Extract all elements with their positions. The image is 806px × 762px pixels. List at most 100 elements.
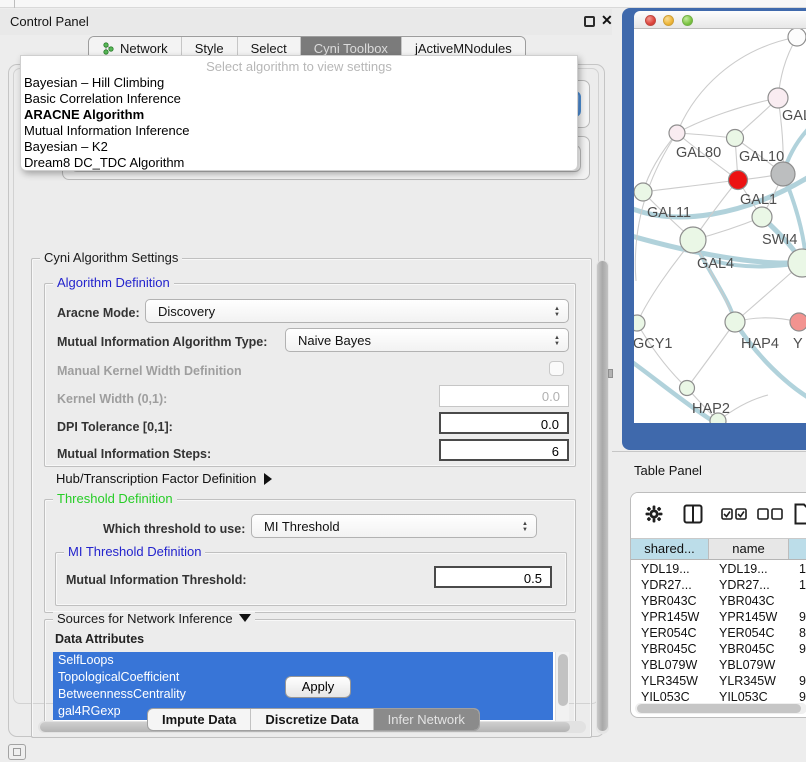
- scrollbar-thumb[interactable]: [597, 261, 608, 731]
- panel-splitter-handle[interactable]: [608, 369, 613, 378]
- column-header-shared-name[interactable]: shared...: [631, 539, 709, 559]
- tab-infer-network[interactable]: Infer Network: [373, 709, 479, 730]
- node-label: GAL80: [676, 145, 721, 161]
- dock-panel-button[interactable]: [8, 744, 26, 760]
- network-graph: GAL GAL80 GAL10 GAL1 GAL11 SWI4 GAL4 GCY…: [634, 29, 806, 423]
- table-panel-divider: [612, 451, 806, 452]
- select-all-columns-icon[interactable]: [721, 508, 747, 520]
- settings-vertical-scrollbar[interactable]: [596, 260, 609, 734]
- dropdown-item-selected[interactable]: ARACNE Algorithm: [21, 107, 577, 123]
- node-hap2[interactable]: [680, 381, 695, 396]
- node-label: GAL: [782, 108, 806, 124]
- mi-type-combo[interactable]: Naive Bayes ▲▼: [285, 328, 569, 352]
- scrollbar-thumb[interactable]: [637, 704, 801, 713]
- kernel-width-field[interactable]: 0.0: [439, 385, 569, 407]
- apply-button[interactable]: Apply: [285, 676, 351, 698]
- dropdown-item[interactable]: Bayesian – Hill Climbing: [21, 75, 577, 91]
- algorithm-definition-title: Algorithm Definition: [53, 276, 174, 290]
- tab-network-label: Network: [120, 41, 168, 56]
- combo-spinner-icon: ▲▼: [551, 331, 563, 351]
- scrollbar-thumb[interactable]: [558, 654, 568, 706]
- threshold-definition-group: Threshold Definition Which threshold to …: [44, 499, 576, 613]
- window-zoom-icon[interactable]: [682, 15, 693, 26]
- edge: [735, 322, 806, 401]
- table-row[interactable]: YBR045CYBR045C9.: [631, 641, 806, 657]
- dropdown-placeholder: Select algorithm to view settings: [21, 56, 577, 75]
- node-label: GAL11: [647, 205, 691, 221]
- window-close-icon[interactable]: [645, 15, 656, 26]
- table-row[interactable]: YBR043CYBR043C: [631, 593, 806, 609]
- manual-kernel-label: Manual Kernel Width Definition: [57, 364, 242, 378]
- node-selected-red[interactable]: [729, 171, 748, 190]
- algorithm-dropdown-popup: Select algorithm to view settings Bayesi…: [20, 55, 578, 171]
- float-panel-icon[interactable]: [584, 16, 595, 27]
- mi-steps-field[interactable]: 6: [439, 439, 569, 461]
- tab-discretize-data[interactable]: Discretize Data: [250, 709, 372, 730]
- node-y[interactable]: [790, 313, 806, 331]
- tab-impute-data[interactable]: Impute Data: [148, 709, 250, 730]
- dropdown-item[interactable]: Bayesian – K2: [21, 139, 577, 155]
- deselect-all-columns-icon[interactable]: [757, 508, 783, 520]
- dropdown-item[interactable]: Mutual Information Inference: [21, 123, 577, 139]
- network-canvas[interactable]: GAL GAL80 GAL10 GAL1 GAL11 SWI4 GAL4 GCY…: [634, 29, 806, 423]
- algorithm-definition-group: Algorithm Definition Aracne Mode: Discov…: [44, 283, 576, 467]
- table-horizontal-scrollbar[interactable]: [635, 703, 806, 714]
- mi-threshold-definition-group: MI Threshold Definition Mutual Informati…: [55, 552, 567, 606]
- aracne-mode-combo[interactable]: Discovery ▲▼: [145, 299, 569, 323]
- edge: [677, 98, 778, 133]
- network-window: GAL GAL80 GAL10 GAL1 GAL11 SWI4 GAL4 GCY…: [622, 8, 806, 450]
- table-toolbar: [631, 493, 806, 537]
- settings-group-title: Cyni Algorithm Settings: [40, 251, 182, 265]
- node-swi4[interactable]: [752, 207, 772, 227]
- node-gal80[interactable]: [669, 125, 685, 141]
- data-attributes-label: Data Attributes: [55, 632, 144, 646]
- edge: [677, 37, 797, 133]
- table-header-row: shared... name: [631, 538, 806, 560]
- column-header-name[interactable]: name: [709, 539, 789, 559]
- table-row[interactable]: YER054CYER054C8.: [631, 625, 806, 641]
- node-gal10[interactable]: [727, 130, 744, 147]
- network-window-titlebar[interactable]: [634, 11, 806, 29]
- mi-threshold-field[interactable]: 0.5: [434, 566, 552, 588]
- which-threshold-combo[interactable]: MI Threshold ▲▼: [251, 514, 537, 538]
- node-label: GAL4: [697, 256, 734, 272]
- table-row[interactable]: YBL079WYBL079W: [631, 657, 806, 673]
- bottom-tabbar: Impute Data Discretize Data Infer Networ…: [147, 708, 480, 731]
- node[interactable]: [788, 29, 806, 46]
- split-columns-icon[interactable]: [683, 504, 703, 524]
- table-row[interactable]: YIL053CYIL053C9: [631, 689, 806, 701]
- column-header-partial[interactable]: [789, 539, 806, 559]
- table-row[interactable]: YDR27...YDR27...12: [631, 577, 806, 593]
- gear-icon[interactable]: [645, 505, 663, 523]
- list-item[interactable]: SelfLoops: [53, 652, 553, 669]
- manual-kernel-checkbox[interactable]: [549, 361, 564, 376]
- sources-group-title[interactable]: Sources for Network Inference: [53, 612, 255, 626]
- node-gal4[interactable]: [680, 227, 706, 253]
- node-gcy1[interactable]: [634, 315, 645, 331]
- app-top-strip: [0, 0, 806, 8]
- node-gal1[interactable]: [771, 162, 795, 186]
- combo-spinner-icon: ▲▼: [551, 302, 563, 322]
- table-panel-title: Table Panel: [634, 463, 702, 478]
- export-table-icon[interactable]: [794, 503, 806, 525]
- which-threshold-label: Which threshold to use:: [103, 522, 245, 536]
- window-minimize-icon[interactable]: [663, 15, 674, 26]
- table-body[interactable]: YDL19...YDL19...13 YDR27...YDR27...12 YB…: [631, 561, 806, 701]
- dpi-tolerance-field[interactable]: 0.0: [439, 412, 569, 434]
- table-row[interactable]: YDL19...YDL19...13: [631, 561, 806, 577]
- node-hap4[interactable]: [725, 312, 745, 332]
- aracne-mode-label: Aracne Mode:: [57, 306, 140, 320]
- table-row[interactable]: YLR345WYLR345W9.: [631, 673, 806, 689]
- hub-definition-header[interactable]: Hub/Transcription Factor Definition: [56, 471, 272, 486]
- node-gal11[interactable]: [634, 183, 652, 201]
- list-vertical-scrollbar[interactable]: [555, 652, 569, 722]
- close-icon[interactable]: ✕: [601, 12, 613, 29]
- dropdown-item[interactable]: Dream8 DC_TDC Algorithm: [21, 155, 577, 171]
- dropdown-item[interactable]: Basic Correlation Inference: [21, 91, 577, 107]
- node-gal-cut[interactable]: [768, 88, 788, 108]
- top-strip-divider: [14, 0, 15, 8]
- mi-steps-label: Mutual Information Steps:: [57, 447, 211, 461]
- table-panel: shared... name YDL19...YDL19...13 YDR27.…: [630, 492, 806, 718]
- table-row[interactable]: YPR145WYPR145W9.: [631, 609, 806, 625]
- node-label: Y: [793, 336, 803, 352]
